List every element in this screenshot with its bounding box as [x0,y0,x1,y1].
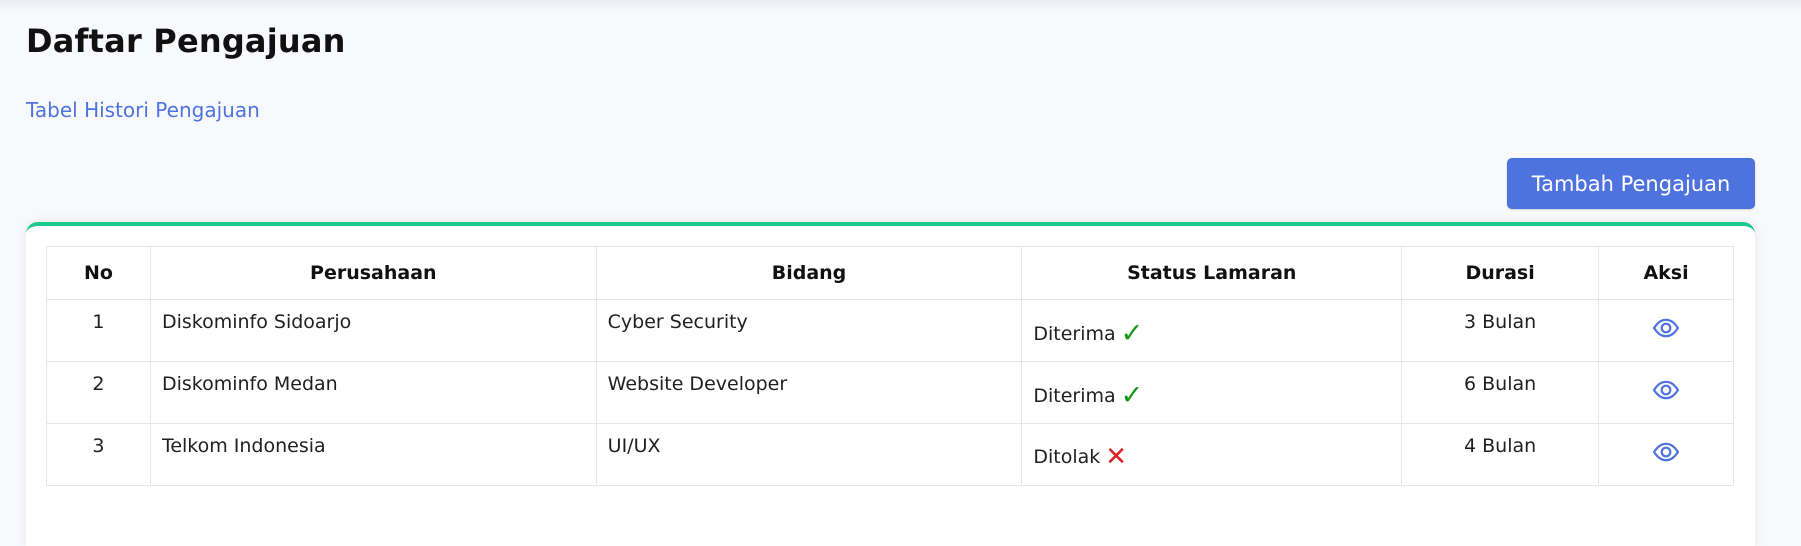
header-field: Bidang [595,246,1023,300]
header-status: Status Lamaran [1021,246,1403,300]
table-row: 3 Telkom Indonesia UI/UX Ditolak ✕ 4 Bula… [46,423,1734,486]
header-company: Perusahaan [149,246,597,300]
page-title: Daftar Pengajuan [26,22,346,60]
eye-icon [1652,380,1680,400]
company-cell: Diskominfo Sidoarjo [149,299,597,362]
view-detail-button[interactable] [1652,318,1680,338]
top-shadow [0,0,1801,14]
row-number: 1 [46,299,151,362]
eye-icon [1652,318,1680,338]
check-icon: ✓ [1120,380,1144,411]
status-cell: Ditolak ✕ [1021,423,1403,486]
page-subtitle: Tabel Histori Pengajuan [26,98,260,122]
duration-cell: 6 Bulan [1401,361,1600,424]
status-cell: Diterima ✓ [1021,361,1403,424]
field-cell: UI/UX [595,423,1023,486]
table-row: 2 Diskominfo Medan Website Developer Dit… [46,361,1734,424]
add-submission-button[interactable]: Tambah Pengajuan [1507,158,1755,209]
duration-cell: 4 Bulan [1401,423,1600,486]
field-cell: Website Developer [595,361,1023,424]
action-cell [1598,423,1734,486]
table-row: 1 Diskominfo Sidoarjo Cyber Security Dit… [46,299,1734,362]
check-icon: ✓ [1120,318,1144,349]
history-card: No Perusahaan Bidang Status Lamaran Dura… [26,222,1755,546]
header-duration: Durasi [1401,246,1600,300]
action-cell [1598,299,1734,362]
status-cell: Diterima ✓ [1021,299,1403,362]
duration-cell: 3 Bulan [1401,299,1600,362]
status-text: Diterima [1033,385,1116,407]
status-text: Diterima [1033,323,1116,345]
table-header-row: No Perusahaan Bidang Status Lamaran Dura… [46,246,1734,300]
action-cell [1598,361,1734,424]
submission-table: No Perusahaan Bidang Status Lamaran Dura… [46,246,1734,486]
view-detail-button[interactable] [1652,442,1680,462]
field-cell: Cyber Security [595,299,1023,362]
view-detail-button[interactable] [1652,380,1680,400]
header-no: No [46,246,151,300]
company-cell: Diskominfo Medan [149,361,597,424]
company-cell: Telkom Indonesia [149,423,597,486]
eye-icon [1652,442,1680,462]
row-number: 3 [46,423,151,486]
status-text: Ditolak [1033,446,1101,468]
header-action: Aksi [1598,246,1734,300]
row-number: 2 [46,361,151,424]
cross-icon: ✕ [1105,442,1128,472]
